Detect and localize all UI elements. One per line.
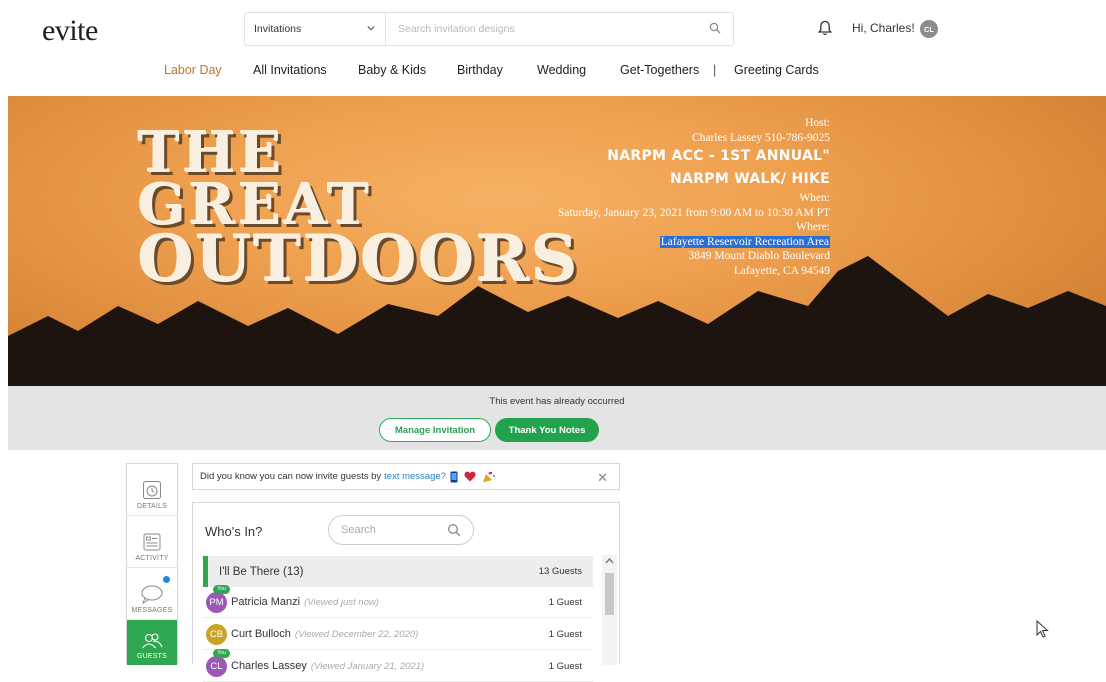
bell-icon[interactable] <box>818 20 832 36</box>
event-datetime: Saturday, January 23, 2021 from 9:00 AM … <box>557 206 830 219</box>
rail-guests[interactable]: GUESTS <box>127 620 177 665</box>
guest-quantity: 1 Guest <box>548 660 582 672</box>
guest-name: Charles Lassey <box>231 660 307 672</box>
user-greeting[interactable]: Hi, Charles! <box>852 21 915 35</box>
heart-icon <box>464 471 476 482</box>
event-info: Host: Charles Lassey 510-786-9025 NARPM … <box>558 116 830 278</box>
rail-activity[interactable]: ACTIVITY <box>127 516 177 568</box>
nav-birthday[interactable]: Birthday <box>457 63 503 77</box>
guest-avatar: CB <box>206 623 227 645</box>
search-bar: Invitations Search invitation designs <box>244 12 734 46</box>
host-name: Charles Lassey 510-786-9025 <box>692 131 830 144</box>
guest-view-note: (Viewed just now) <box>304 596 379 608</box>
guest-row[interactable]: PM You Patricia Manzi (Viewed just now) … <box>203 584 593 618</box>
guest-initials: CL <box>210 660 223 672</box>
guest-view-note: (Viewed January 21, 2021) <box>310 660 425 672</box>
chat-bubble-icon <box>141 585 163 604</box>
guests-icon <box>142 633 163 649</box>
unread-dot <box>163 576 170 583</box>
guest-list-panel: Who's In? Search I'll Be There (13) 13 G… <box>192 502 620 682</box>
address-line-1: 3849 Mount Diablo Boulevard <box>688 250 831 262</box>
search-input[interactable]: Search invitation designs <box>386 13 733 45</box>
rsvp-group-label: I'll Be There (13) <box>219 565 304 578</box>
nav-divider: | <box>713 63 717 77</box>
category-nav: Labor Day All Invitations Baby & Kids Bi… <box>0 63 1106 81</box>
rail-activity-label: ACTIVITY <box>135 555 169 562</box>
search-icon[interactable] <box>709 22 721 34</box>
nav-get-togethers[interactable]: Get-Togethers <box>620 63 699 77</box>
category-select[interactable]: Invitations <box>245 13 386 45</box>
guest-avatar: CL You <box>206 648 230 677</box>
guest-search-placeholder: Search <box>341 524 376 536</box>
text-message-tip: Did you know you can now invite guests b… <box>192 463 620 490</box>
event-title-line-1: NARPM ACC - 1ST ANNUAL" <box>607 148 830 164</box>
scrollbar-thumb[interactable] <box>605 573 614 615</box>
user-avatar[interactable]: CL <box>920 20 938 38</box>
host-label: Host: <box>805 117 830 129</box>
mouse-cursor-icon <box>1036 620 1049 638</box>
invitation-hero: THE GREAT OUTDOORS Host: Charles Lassey … <box>8 96 1106 386</box>
event-side-rail: DETAILS ACTIVITY MESSAGES GUESTS <box>126 463 178 665</box>
clock-icon <box>143 481 161 499</box>
nav-baby-kids[interactable]: Baby & Kids <box>358 63 426 77</box>
close-icon[interactable]: ✕ <box>597 470 608 486</box>
rail-messages-label: MESSAGES <box>131 607 173 614</box>
guest-search-input[interactable]: Search <box>328 515 474 545</box>
guest-list-scrollbar[interactable] <box>602 555 617 665</box>
party-popper-icon <box>482 471 495 482</box>
category-select-value: Invitations <box>254 23 302 35</box>
guest-initials: PM <box>209 596 224 608</box>
nav-greeting-cards[interactable]: Greeting Cards <box>734 63 819 77</box>
hero-title-line-3: OUTDOORS <box>138 222 580 298</box>
guest-view-note: (Viewed December 22, 2020) <box>294 628 419 640</box>
search-placeholder: Search invitation designs <box>398 23 515 35</box>
phone-icon <box>450 471 458 482</box>
you-badge: You <box>213 648 230 658</box>
event-status-band: This event has already occurred Manage I… <box>8 386 1106 450</box>
guest-name: Patricia Manzi <box>231 596 301 608</box>
guest-row[interactable]: CL You Charles Lassey (Viewed January 21… <box>203 648 593 682</box>
guest-avatar: PM You <box>206 584 230 613</box>
rail-details-label: DETAILS <box>136 503 168 510</box>
rail-details[interactable]: DETAILS <box>127 464 177 516</box>
tip-link[interactable]: text message? <box>384 471 446 482</box>
event-status-text: This event has already occurred <box>489 396 625 407</box>
hero-title: THE GREAT OUTDOORS <box>138 125 580 298</box>
guest-initials: CB <box>209 628 224 640</box>
tip-text: Did you know you can now invite guests b… <box>200 471 382 482</box>
rail-messages[interactable]: MESSAGES <box>127 568 177 620</box>
manage-invitation-button[interactable]: Manage Invitation <box>379 418 491 442</box>
rail-guests-label: GUESTS <box>137 653 167 660</box>
you-badge: You <box>213 584 230 594</box>
guest-quantity: 1 Guest <box>548 596 582 608</box>
when-label: When: <box>799 192 830 204</box>
address-line-2: Lafayette, CA 94549 <box>733 264 830 277</box>
venue-name[interactable]: Lafayette Reservoir Recreation Area <box>659 235 830 248</box>
evite-logo[interactable]: evite <box>42 14 98 48</box>
search-icon[interactable] <box>447 523 461 537</box>
activity-feed-icon <box>143 533 161 551</box>
guest-name: Curt Bulloch <box>231 628 291 640</box>
chevron-up-icon[interactable] <box>605 557 614 565</box>
rsvp-group-yes[interactable]: I'll Be There (13) 13 Guests <box>203 556 593 587</box>
site-header: evite Invitations Search invitation desi… <box>0 0 1106 96</box>
nav-all-invitations[interactable]: All Invitations <box>253 63 327 77</box>
guest-quantity: 1 Guest <box>548 628 582 640</box>
rsvp-group-count: 13 Guests <box>538 566 582 577</box>
chevron-down-icon <box>367 25 375 31</box>
nav-labor-day[interactable]: Labor Day <box>164 63 222 77</box>
thank-you-notes-button[interactable]: Thank You Notes <box>495 418 599 442</box>
event-title-line-2: NARPM WALK/ HIKE <box>670 171 830 187</box>
guest-list-title: Who's In? <box>205 524 263 539</box>
where-label: Where: <box>796 221 830 233</box>
nav-wedding[interactable]: Wedding <box>537 63 586 77</box>
guest-row[interactable]: CB Curt Bulloch (Viewed December 22, 202… <box>203 619 593 650</box>
